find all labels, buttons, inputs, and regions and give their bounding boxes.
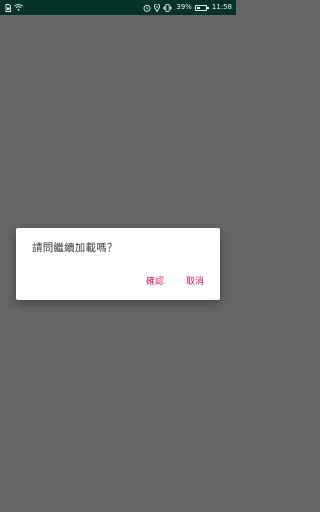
dialog-message: 請問繼續加載嗎？: [32, 242, 118, 254]
cancel-button[interactable]: 取消: [186, 274, 204, 287]
battery-percent: 39%: [176, 3, 192, 11]
battery-cap: [206, 6, 209, 9]
battery-icon: [194, 4, 209, 11]
continue-loading-dialog: 請問繼續加載嗎？ 確認 取消: [16, 228, 220, 300]
status-bar-right: 39% 11:58: [143, 0, 232, 15]
alarm-icon: [143, 4, 151, 12]
wifi-icon: [14, 4, 23, 11]
sim-card-icon: [5, 3, 11, 12]
confirm-button[interactable]: 確認: [146, 274, 164, 287]
location-icon: [154, 3, 161, 12]
status-bar-left: [5, 3, 23, 12]
vibrate-icon: [163, 3, 173, 12]
status-bar: 39% 11:58: [0, 0, 236, 15]
status-time: 11:58: [211, 3, 232, 11]
battery-fill: [196, 6, 200, 9]
dialog-actions: 確認 取消: [146, 274, 204, 287]
